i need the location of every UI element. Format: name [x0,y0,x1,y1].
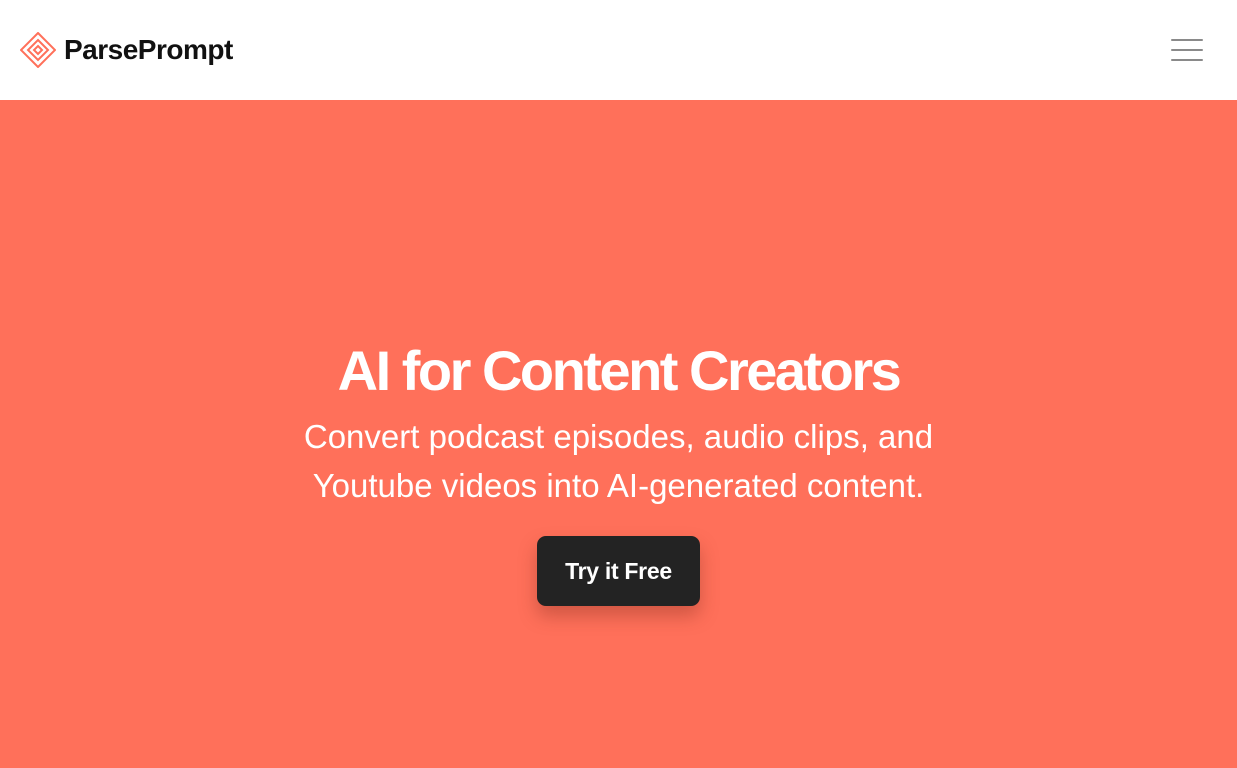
hero-section: AI for Content Creators Convert podcast … [0,100,1237,768]
site-header: ParsePrompt [0,0,1237,100]
hero-title: AI for Content Creators [337,339,902,402]
hero-subtitle: Convert podcast episodes, audio clips, a… [303,418,934,504]
brand-name: ParsePrompt [64,34,233,65]
brand-link[interactable]: ParsePrompt [20,32,233,68]
hamburger-menu-icon [1171,49,1203,51]
hamburger-menu-icon [1171,39,1203,41]
try-it-free-button[interactable]: Try it Free [537,536,700,606]
hamburger-menu-button[interactable] [1171,35,1205,65]
layered-diamond-logo-icon [20,32,56,68]
hamburger-menu-icon [1171,59,1203,61]
